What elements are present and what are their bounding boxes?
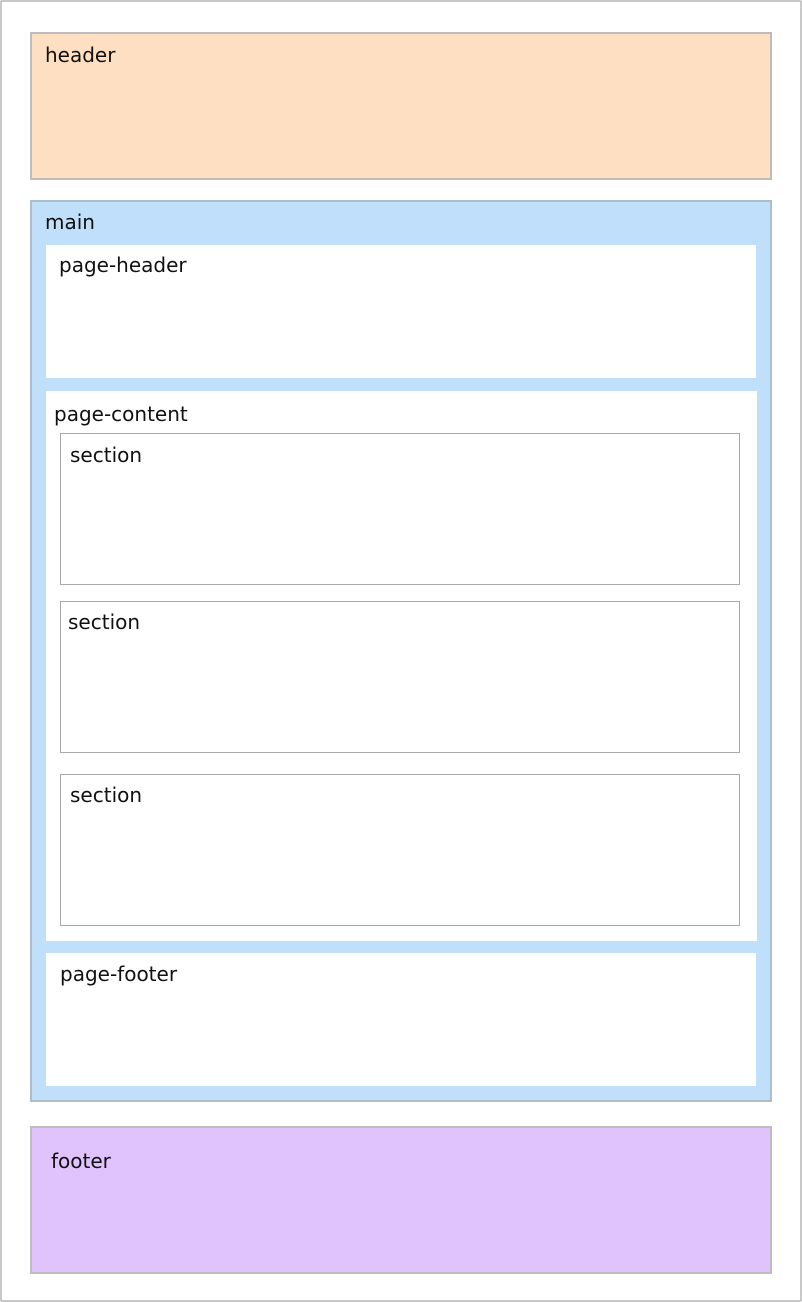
section-label: section xyxy=(70,783,143,807)
page-header-label: page-header xyxy=(59,253,187,277)
header-label: header xyxy=(45,43,116,67)
page-content-label: page-content xyxy=(54,402,188,426)
section-label: section xyxy=(68,610,141,634)
footer-region xyxy=(30,1126,772,1274)
header-region xyxy=(30,32,772,180)
section-region xyxy=(60,601,740,753)
page-footer-label: page-footer xyxy=(60,962,178,986)
section-region xyxy=(60,433,740,585)
section-label: section xyxy=(70,443,143,467)
main-label: main xyxy=(45,210,95,234)
section-region xyxy=(60,774,740,926)
footer-label: footer xyxy=(51,1149,111,1173)
